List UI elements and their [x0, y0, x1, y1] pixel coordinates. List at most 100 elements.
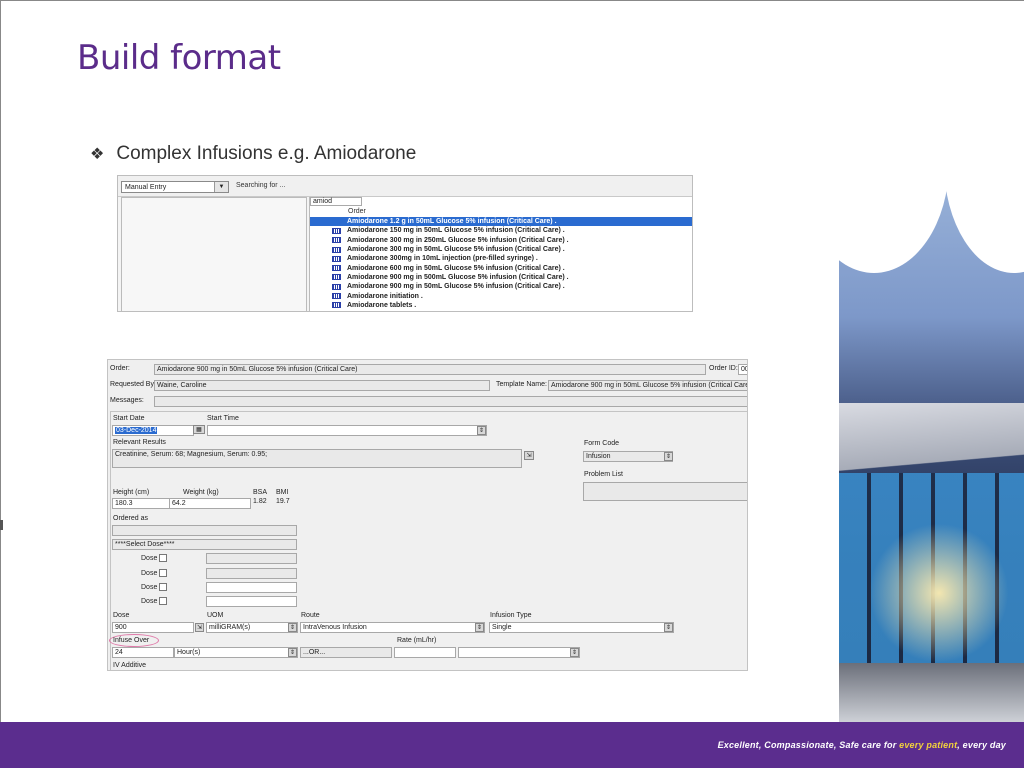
dose-option-checkbox[interactable] [159, 597, 167, 605]
order-search-screenshot: Manual Entry ▼ Searching for ... amiod O… [117, 175, 693, 312]
infuse-over-unit-field[interactable]: Hour(s) [174, 647, 298, 658]
problem-list-label: Problem List [584, 471, 623, 478]
select-dose-header[interactable]: ****Select Dose**** [112, 539, 297, 550]
search-result-label: Amiodarone 300mg in 10mL injection (pre-… [347, 255, 538, 263]
search-result-row[interactable]: Amiodarone 900 mg in 50mL Glucose 5% inf… [310, 282, 692, 291]
template-name-label: Template Name: [496, 381, 547, 388]
order-sentence-icon [332, 274, 341, 281]
search-result-label: Amiodarone 1.2 g in 50mL Glucose 5% infu… [347, 218, 557, 226]
search-result-row[interactable]: Amiodarone 300 mg in 250mL Glucose 5% in… [310, 236, 692, 245]
order-details-panel: Start Date 03-Dec-2014 ▦ Start Time ⇕ Re… [109, 411, 747, 670]
height-field[interactable]: 180.3 [112, 498, 176, 509]
rate-unit-field[interactable] [458, 647, 580, 658]
order-id-field[interactable]: 00 [738, 364, 747, 375]
dose-field[interactable]: 900 [112, 622, 194, 633]
dose-option-field[interactable] [206, 568, 297, 579]
template-name-field[interactable]: Amiodarone 900 mg in 50mL Glucose 5% inf… [548, 380, 747, 391]
footer-bar: Excellent, Compassionate, Safe care for … [0, 722, 1024, 768]
order-field[interactable]: Amiodarone 900 mg in 50mL Glucose 5% inf… [154, 364, 706, 375]
route-label: Route [301, 612, 320, 619]
start-time-spinner-icon[interactable]: ⇕ [477, 426, 486, 435]
height-label: Height (cm) [113, 489, 150, 496]
dose-lookup-icon[interactable]: ⇲ [195, 623, 204, 632]
calendar-icon[interactable]: ▦ [193, 425, 205, 434]
dose-option-field[interactable] [206, 596, 297, 607]
uom-label: UOM [207, 612, 224, 619]
dose-option-label: Dose [141, 570, 158, 577]
search-mode-select[interactable]: Manual Entry ▼ [121, 181, 229, 193]
search-result-row[interactable]: Amiodarone initiation . [310, 291, 692, 300]
order-form-screenshot: Order: Amiodarone 900 mg in 50mL Glucose… [107, 359, 748, 671]
rate-unit-spinner-icon[interactable]: ⇕ [570, 648, 579, 657]
dose-option-field[interactable] [206, 582, 297, 593]
dose-option-checkbox[interactable] [159, 569, 167, 577]
start-time-label: Start Time [207, 415, 239, 422]
search-result-row[interactable]: Amiodarone 300 mg in 50mL Glucose 5% inf… [310, 245, 692, 254]
requested-by-label: Requested By: [110, 381, 156, 388]
ordered-as-field[interactable] [112, 525, 297, 536]
infuse-over-field[interactable]: 24 [112, 647, 174, 658]
search-result-row[interactable]: Amiodarone 150 mg in 50mL Glucose 5% inf… [310, 226, 692, 235]
dose-option-checkbox[interactable] [159, 583, 167, 591]
order-sentence-icon [332, 302, 341, 309]
dose-option-checkbox[interactable] [159, 554, 167, 562]
start-date-label: Start Date [113, 415, 145, 422]
requested-by-field[interactable]: Waine, Caroline [154, 380, 490, 391]
bmi-label: BMI [276, 489, 289, 496]
slide-title: Build format [77, 38, 281, 78]
dose-option-field[interactable] [206, 553, 297, 564]
search-result-row[interactable]: Amiodarone 900 mg in 500mL Glucose 5% in… [310, 273, 692, 282]
search-query-input[interactable]: amiod [310, 197, 362, 206]
start-date-field[interactable]: 03-Dec-2014 [112, 425, 194, 436]
form-code-spinner-icon[interactable]: ⇕ [664, 452, 673, 461]
order-column-header[interactable]: Order [348, 208, 366, 215]
infusion-type-field[interactable]: Single [489, 622, 674, 633]
start-time-field[interactable] [207, 425, 487, 436]
route-spinner-icon[interactable]: ⇕ [475, 623, 484, 632]
search-results-list: amiod Order Amiodarone 1.2 g in 50mL Glu… [309, 197, 692, 311]
order-sentence-icon [332, 255, 341, 262]
messages-field[interactable] [154, 396, 747, 407]
footer-tagline-part2: , every day [957, 740, 1006, 750]
rate-field[interactable] [394, 647, 456, 658]
results-lookup-icon[interactable]: ⇲ [524, 451, 534, 460]
relevant-results-field[interactable]: Creatinine, Serum: 68; Magnesium, Serum:… [112, 449, 522, 468]
hospital-building-photo [839, 143, 1024, 723]
search-result-label: Amiodarone 300 mg in 50mL Glucose 5% inf… [347, 246, 565, 254]
forecourt [839, 663, 1024, 723]
problem-list-field[interactable] [583, 482, 747, 501]
weight-label: Weight (kg) [183, 489, 219, 496]
search-result-label: Amiodarone tablets . [347, 301, 417, 309]
relevant-results-label: Relevant Results [113, 439, 166, 446]
search-result-label: Amiodarone 900 mg in 50mL Glucose 5% inf… [347, 283, 565, 291]
canopy-roof [839, 403, 1024, 483]
search-result-row[interactable]: Amiodarone 1.2 g in 50mL Glucose 5% infu… [310, 217, 692, 227]
chevron-down-icon[interactable]: ▼ [214, 182, 228, 192]
search-result-label: Amiodarone 300 mg in 250mL Glucose 5% in… [347, 236, 569, 244]
route-field[interactable]: IntraVenous Infusion [300, 622, 485, 633]
start-date-value: 03-Dec-2014 [115, 427, 158, 434]
weight-field[interactable]: 64.2 [169, 498, 251, 509]
uom-field[interactable]: milliGRAM(s) [206, 622, 298, 633]
diamond-bullet-icon: ❖ [90, 146, 105, 163]
bullet-text: Complex Infusions e.g. Amiodarone [116, 143, 417, 164]
search-result-row[interactable]: Amiodarone tablets . [310, 301, 692, 310]
search-mode-value: Manual Entry [125, 184, 167, 191]
footer-tagline-highlight: every patient [899, 740, 958, 750]
infusion-type-spinner-icon[interactable]: ⇕ [664, 623, 673, 632]
dose-option-label: Dose [141, 598, 158, 605]
search-result-row[interactable]: Amiodarone 300mg in 10mL injection (pre-… [310, 254, 692, 263]
uom-spinner-icon[interactable]: ⇕ [288, 623, 297, 632]
order-sentence-icon [332, 265, 341, 272]
infuse-over-label: Infuse Over [113, 637, 150, 644]
form-code-field[interactable]: Infusion [583, 451, 673, 462]
rate-label: Rate (mL/hr) [397, 637, 437, 644]
bullet-item: ❖ Complex Infusions e.g. Amiodarone [90, 143, 416, 165]
search-result-row[interactable]: Amiodarone 600 mg in 50mL Glucose 5% inf… [310, 263, 692, 272]
infusion-type-label: Infusion Type [490, 612, 532, 619]
interior-light [869, 523, 1009, 663]
left-edge-mark [0, 520, 3, 530]
order-sentence-icon [332, 227, 341, 234]
infuse-over-unit-spinner-icon[interactable]: ⇕ [288, 648, 297, 657]
ordered-as-label: Ordered as [113, 515, 149, 522]
